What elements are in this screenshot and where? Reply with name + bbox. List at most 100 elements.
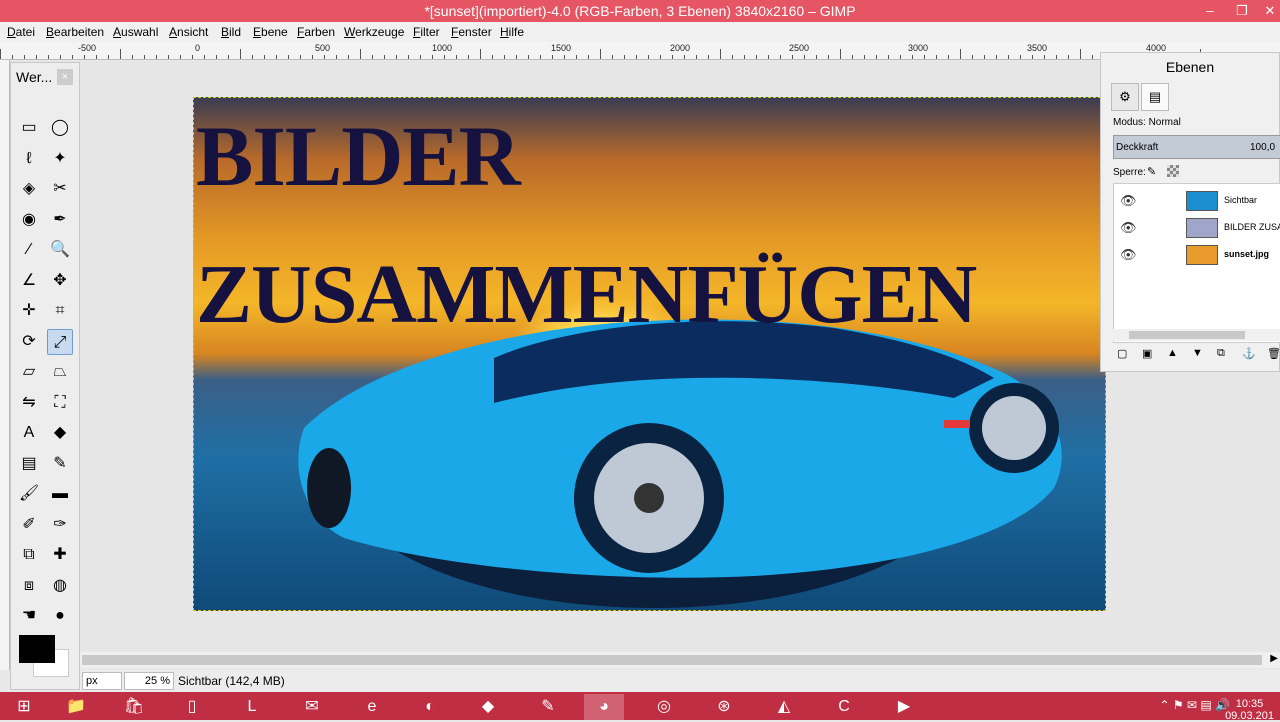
menu-farben[interactable]: Farben — [297, 25, 335, 39]
paintbrush-icon[interactable]: 🖌 — [16, 481, 42, 507]
tool-options-tab[interactable]: ⚙ — [1111, 83, 1139, 111]
windows-start-icon[interactable]: ⊞ — [4, 694, 44, 720]
scrollbar-thumb[interactable] — [82, 655, 1262, 665]
flip-icon[interactable]: ⇋ — [16, 390, 42, 416]
paths-icon[interactable]: ✒ — [47, 207, 73, 233]
move-icon[interactable]: ✥ — [47, 268, 73, 294]
menu-bild[interactable]: Bild — [221, 25, 241, 39]
layer-row[interactable]: 👁 BILDER ZUSAMMENFÜGEN — [1114, 215, 1280, 241]
new-group-icon[interactable]: ▣ — [1142, 347, 1152, 360]
canvas-horizontal-scrollbar[interactable]: ▶ — [80, 652, 1280, 668]
menu-ebene[interactable]: Ebene — [253, 25, 288, 39]
visibility-eye-icon[interactable]: 👁 — [1120, 193, 1137, 209]
gimp-icon[interactable]: ◕ — [584, 694, 624, 720]
image-canvas[interactable]: BILDER ZUSAMMENFÜGEN — [193, 97, 1106, 611]
firefox-icon[interactable]: ◎ — [644, 694, 684, 720]
clock[interactable]: 10:35 09.03.201 — [1225, 698, 1274, 722]
recorder-icon[interactable]: ▶ — [884, 694, 924, 720]
rotate-icon[interactable]: ⟳ — [16, 329, 42, 355]
foreground-color-swatch[interactable] — [19, 635, 55, 663]
store-icon[interactable]: 🛍 — [114, 694, 154, 720]
internet-explorer-icon[interactable]: e — [352, 694, 392, 720]
align-icon[interactable]: ✛ — [16, 298, 42, 324]
bucket-fill-icon[interactable]: ◆ — [47, 420, 73, 446]
airbrush-icon[interactable]: ✐ — [16, 512, 42, 538]
foreground-select-icon[interactable]: ◉ — [16, 207, 42, 233]
mail-icon[interactable]: ✉ — [292, 694, 332, 720]
shear-icon[interactable]: ▱ — [16, 359, 42, 385]
text-icon[interactable]: A — [16, 420, 42, 446]
ellipse-select-icon[interactable]: ◯ — [47, 115, 73, 141]
paint-icon[interactable]: ✎ — [528, 694, 568, 720]
scissors-icon[interactable]: ✂ — [47, 176, 73, 202]
anchor-layer-icon[interactable]: ⚓ — [1242, 347, 1256, 360]
lock-alpha-icon[interactable] — [1167, 165, 1179, 177]
color-picker-icon[interactable]: ⁄ — [16, 237, 42, 263]
menu-filter[interactable]: Filter — [413, 25, 440, 39]
ruler-tick — [816, 55, 817, 59]
duplicate-layer-icon[interactable]: ⧉ — [1217, 347, 1225, 360]
visibility-eye-icon[interactable]: 👁 — [1120, 220, 1137, 236]
blend-icon[interactable]: ▤ — [16, 451, 42, 477]
rect-select-icon[interactable]: ▭ — [16, 115, 42, 141]
menu-fenster[interactable]: Fenster — [451, 25, 492, 39]
scale-icon[interactable]: ⤢ — [47, 328, 73, 355]
close-button[interactable]: ✕ — [1256, 1, 1280, 21]
mode-label[interactable]: Modus: Normal — [1113, 117, 1181, 128]
layer-row[interactable]: 👁 sunset.jpg — [1114, 242, 1280, 268]
pencil-icon[interactable]: ✎ — [47, 451, 73, 477]
menu-auswahl[interactable]: Auswahl — [113, 25, 158, 39]
lower-layer-icon[interactable]: ▼ — [1192, 347, 1203, 359]
delete-layer-icon[interactable]: 🗑 — [1267, 347, 1280, 360]
vertical-ruler[interactable] — [0, 60, 10, 670]
measure-icon[interactable]: ∠ — [16, 268, 42, 294]
crop-icon[interactable]: ⌗ — [47, 298, 73, 324]
layer-row[interactable]: 👁 Sichtbar — [1114, 188, 1280, 214]
heal-icon[interactable]: ✚ — [47, 542, 73, 568]
layers-scrollbar[interactable] — [1113, 329, 1280, 341]
visibility-eye-icon[interactable]: 👁 — [1120, 247, 1137, 263]
menu-ansicht[interactable]: Ansicht — [169, 25, 208, 39]
raise-layer-icon[interactable]: ▲ — [1167, 347, 1178, 359]
minimize-button[interactable]: – — [1196, 1, 1224, 21]
scroll-right-arrow-icon[interactable]: ▶ — [1270, 653, 1278, 664]
camtasia-icon[interactable]: C — [824, 694, 864, 720]
menu-bearbeiten[interactable]: Bearbeiten — [46, 25, 104, 39]
new-layer-icon[interactable]: ▢ — [1117, 347, 1127, 360]
ink-icon[interactable]: ✑ — [47, 512, 73, 538]
menu-hilfe[interactable]: Hilfe — [500, 25, 524, 39]
layers-scroll-thumb[interactable] — [1129, 331, 1245, 339]
opacity-slider[interactable]: Deckkraft 100,0 — [1113, 135, 1280, 159]
blender-icon[interactable]: ⊛ — [704, 694, 744, 720]
horizontal-ruler[interactable]: -500 0 500 1000 1500 2000 2500 3000 3500… — [0, 42, 1280, 60]
system-tray[interactable]: ⌃ ⚑ ✉ ▤ 🔊 — [1160, 698, 1230, 712]
clone-icon[interactable]: ⧉ — [16, 542, 42, 568]
menu-werkzeuge[interactable]: Werkzeuge — [344, 25, 404, 39]
perspective-clone-icon[interactable]: ⧈ — [16, 573, 42, 599]
layers-tab[interactable]: ▤ — [1141, 83, 1169, 111]
blur-icon[interactable]: ◍ — [47, 573, 73, 599]
lock-pixels-icon[interactable]: ✎ — [1147, 165, 1156, 178]
color-select-icon[interactable]: ◈ — [16, 176, 42, 202]
smudge-icon[interactable]: ☚ — [16, 603, 42, 629]
eraser-icon[interactable]: ▬ — [47, 481, 73, 507]
file-explorer-icon[interactable]: 📁 — [56, 694, 96, 720]
perspective-icon[interactable]: ⏢ — [47, 359, 73, 385]
free-select-icon[interactable]: ℓ — [16, 146, 42, 172]
game-icon[interactable]: ◆ — [468, 694, 508, 720]
dodge-burn-icon[interactable]: ● — [47, 603, 73, 629]
document-icon[interactable]: ▯ — [172, 694, 212, 720]
ruler-tick — [252, 55, 253, 59]
toolbox-close-button[interactable]: × — [57, 69, 73, 85]
unit-select[interactable]: px — [82, 672, 122, 690]
zoom-select[interactable]: 25 % — [124, 672, 174, 690]
lenovo-icon[interactable]: L — [232, 694, 272, 720]
ruler-tick — [420, 55, 421, 59]
media-icon[interactable]: ◐ — [410, 694, 450, 720]
cage-icon[interactable]: ⛶ — [47, 390, 73, 416]
inkscape-icon[interactable]: ◭ — [764, 694, 804, 720]
maximize-button[interactable]: ❐ — [1228, 1, 1256, 21]
zoom-icon[interactable]: 🔍 — [47, 237, 73, 263]
fuzzy-select-icon[interactable]: ✦ — [47, 146, 73, 172]
menu-datei[interactable]: Datei — [7, 25, 35, 39]
